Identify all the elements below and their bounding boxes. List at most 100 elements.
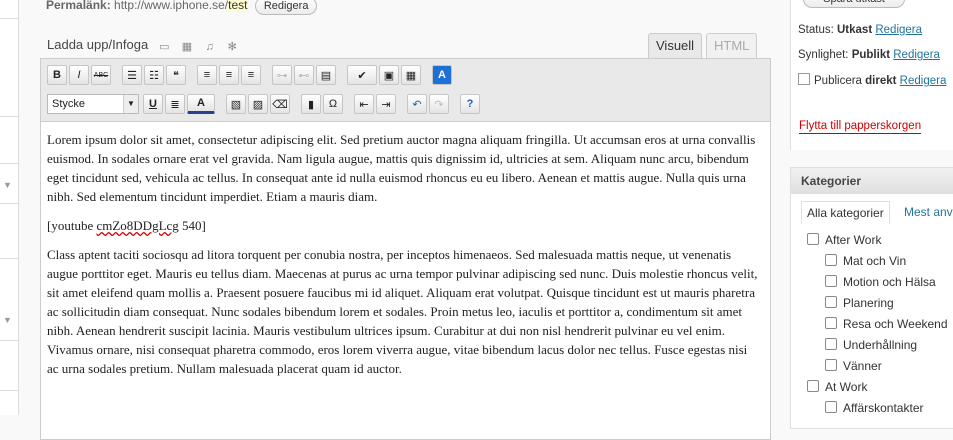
category-checkbox[interactable] — [825, 401, 837, 413]
category-label: Underhållning — [843, 338, 918, 352]
menu-separator — [0, 203, 18, 204]
paste-word-button[interactable]: ▨ — [248, 94, 268, 114]
category-item[interactable]: Mat och Vin — [807, 251, 948, 272]
publish-label: Publicera — [814, 75, 866, 87]
italic-icon: I — [77, 69, 81, 81]
menu-separator — [0, 163, 18, 164]
publish-schedule: Publicera direkt Redigera — [798, 73, 946, 87]
menu-arrow-icon[interactable]: ▼ — [3, 315, 12, 325]
bullet-list-icon: ☰ — [127, 69, 137, 82]
unlink-icon: ⊷ — [298, 69, 310, 82]
publish-box: Spara utkast Status: Utkast Redigera Syn… — [790, 0, 953, 150]
categories-tabs: Alla kategorier Mest anv — [791, 194, 953, 224]
app-store-button[interactable]: A — [432, 65, 452, 85]
fullscreen-button[interactable]: ▣ — [379, 65, 399, 85]
spellcheck-button[interactable]: ✔ — [347, 65, 377, 85]
permalink-edit-button[interactable]: Redigera — [254, 0, 318, 15]
tab-html[interactable]: HTML — [706, 33, 758, 58]
numbered-list-button[interactable]: ☷ — [144, 65, 164, 85]
insert-media-button[interactable]: ▮ — [301, 94, 321, 114]
visibility-edit-link[interactable]: Redigera — [893, 49, 940, 61]
tab-all-categories[interactable]: Alla kategorier — [801, 201, 890, 224]
admin-menu-strip: ▼ ▼ — [0, 0, 19, 415]
category-checkbox[interactable] — [825, 317, 837, 329]
paste-text-icon: ▧ — [230, 98, 242, 111]
tab-visual[interactable]: Visuell — [648, 33, 703, 58]
menu-separator — [0, 116, 18, 117]
text-color-button[interactable]: A — [187, 94, 215, 114]
category-checkbox[interactable] — [825, 296, 837, 308]
special-char-button[interactable]: Ω — [323, 94, 343, 114]
align-left-icon: ≡ — [203, 69, 211, 81]
unlink-button[interactable]: ⊷ — [294, 65, 314, 85]
undo-button[interactable]: ↶ — [407, 94, 427, 114]
category-item[interactable]: After Work — [807, 230, 948, 251]
visibility-value: Publikt — [851, 49, 891, 61]
outdent-button[interactable]: ⇤ — [354, 94, 374, 114]
publish-edit-link[interactable]: Redigera — [900, 75, 947, 87]
paste-word-icon: ▨ — [252, 98, 264, 111]
underline-button[interactable]: U — [143, 94, 163, 114]
menu-arrow-icon[interactable]: ▼ — [3, 180, 12, 190]
move-to-trash-link[interactable]: Flytta till papperskorgen — [799, 120, 922, 134]
save-draft-button[interactable]: Spara utkast — [803, 0, 905, 8]
video-icon[interactable]: ▦ — [180, 42, 193, 53]
italic-button[interactable]: I — [69, 65, 89, 85]
permalink-slug[interactable]: test — [228, 0, 248, 12]
help-icon: ? — [466, 98, 474, 110]
content-paragraph: Lorem ipsum dolor sit amet, consectetur … — [47, 132, 756, 204]
remove-format-button[interactable]: ⌫ — [270, 94, 290, 114]
category-checkbox[interactable] — [807, 233, 819, 245]
sidebar: Spara utkast Status: Utkast Redigera Syn… — [790, 0, 953, 429]
status-value: Utkast — [837, 24, 873, 36]
category-item[interactable]: Affärskontakter — [807, 398, 948, 419]
category-checkbox[interactable] — [825, 338, 837, 350]
format-select[interactable]: Stycke ▼ — [47, 94, 139, 114]
spellcheck-icon: ✔ — [357, 69, 367, 82]
calendar-icon — [798, 73, 810, 85]
category-label: Mat och Vin — [843, 254, 907, 268]
image-icon[interactable]: ▭ — [158, 42, 171, 53]
insert-media-icon: ▮ — [307, 98, 315, 111]
permalink-row: Permalänk: http://www.iphone.se/test Red… — [46, 0, 318, 15]
insert-more-icon: ▤ — [320, 69, 332, 82]
kitchen-sink-button[interactable]: ▦ — [401, 65, 421, 85]
category-item[interactable]: Motion och Hälsa — [807, 272, 948, 293]
category-checkbox[interactable] — [825, 359, 837, 371]
indent-button[interactable]: ⇥ — [376, 94, 396, 114]
category-label: Vänner — [843, 359, 882, 373]
category-label: Planering — [843, 296, 894, 310]
category-item[interactable]: At Work — [807, 377, 948, 398]
content-shortcode: [youtube cmZo8DDgLcg 540] — [47, 216, 762, 235]
category-label: Motion och Hälsa — [843, 275, 936, 289]
justify-button[interactable]: ≣ — [165, 94, 185, 114]
paste-text-button[interactable]: ▧ — [226, 94, 246, 114]
audio-icon[interactable]: ♫ — [203, 42, 216, 53]
strikethrough-button[interactable]: ABC — [91, 65, 111, 85]
bullet-list-button[interactable]: ☰ — [122, 65, 142, 85]
category-checkbox[interactable] — [825, 254, 837, 266]
category-item[interactable]: Vänner — [807, 356, 948, 377]
align-left-button[interactable]: ≡ — [197, 65, 217, 85]
blockquote-button[interactable]: ❝ — [166, 65, 186, 85]
category-item[interactable]: Underhållning — [807, 335, 948, 356]
category-checkbox[interactable] — [807, 380, 819, 392]
category-item[interactable]: Planering — [807, 293, 948, 314]
category-item[interactable]: Resa och Weekend — [807, 314, 948, 335]
remove-format-icon: ⌫ — [272, 98, 288, 111]
menu-separator — [0, 258, 18, 259]
insert-link-button[interactable]: ⊶ — [272, 65, 292, 85]
align-center-button[interactable]: ≡ — [219, 65, 239, 85]
editor-content[interactable]: Lorem ipsum dolor sit amet, consectetur … — [41, 122, 770, 378]
help-button[interactable]: ? — [460, 94, 480, 114]
insert-more-button[interactable]: ▤ — [316, 65, 336, 85]
align-right-button[interactable]: ≡ — [241, 65, 261, 85]
bold-button[interactable]: B — [47, 65, 67, 85]
menu-separator — [0, 18, 18, 19]
media-icon[interactable]: ✻ — [226, 42, 239, 53]
category-checkbox[interactable] — [825, 275, 837, 287]
categories-title[interactable]: Kategorier — [791, 168, 953, 194]
tab-most-used[interactable]: Mest anv — [899, 201, 953, 223]
status-edit-link[interactable]: Redigera — [875, 24, 922, 36]
redo-button[interactable]: ↷ — [429, 94, 449, 114]
